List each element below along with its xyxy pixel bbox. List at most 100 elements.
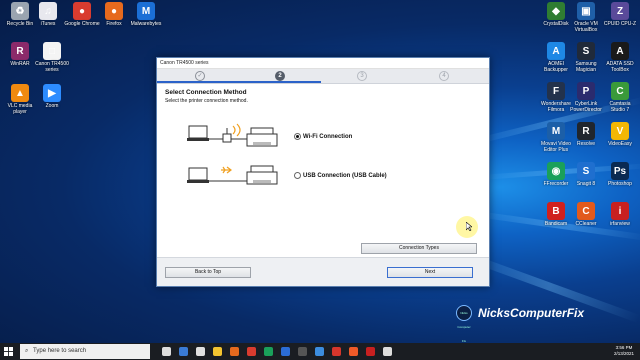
app-icon: F <box>547 82 565 100</box>
terminal-icon[interactable] <box>298 347 307 356</box>
usb-connection-option[interactable]: USB Connection (USB Cable) <box>294 172 387 179</box>
settings-icon[interactable] <box>315 347 324 356</box>
file-explorer-icon[interactable] <box>196 347 205 356</box>
taskbar-search-box[interactable]: ⌕ Type here to search <box>20 344 150 359</box>
brand-name: NicksComputerFix <box>478 306 585 320</box>
taskbar: ⌕ Type here to search 3:56 PM 2/13/2021 <box>0 343 640 360</box>
app-icon[interactable] <box>349 347 358 356</box>
right-desktop-icon[interactable]: Ps Photoshop <box>602 162 638 187</box>
usb-radio[interactable] <box>294 172 301 179</box>
app-icon: ▣ <box>577 2 595 20</box>
app-icon: ● <box>105 2 123 20</box>
window-footer: Back to Top Next <box>157 257 489 286</box>
app-icon: R <box>11 42 29 60</box>
right-desktop-icon[interactable]: C Camtasia Studio 7 <box>602 82 638 113</box>
app-icon: C <box>611 82 629 100</box>
left-desktop-icon[interactable]: ▲ VLC media player <box>2 84 38 115</box>
right-desktop-icon[interactable]: S Snagit 8 <box>568 162 604 187</box>
right-desktop-icon[interactable]: R Resolve <box>568 122 604 147</box>
right-desktop-icon[interactable]: Z CPUID CPU-Z <box>602 2 638 27</box>
app-icon: ♫ <box>39 2 57 20</box>
app-icon: C <box>577 202 595 220</box>
app-icon: Ps <box>611 162 629 180</box>
next-button[interactable]: Next <box>387 267 473 278</box>
connection-types-button[interactable]: Connection Types <box>361 243 477 254</box>
app-icon: ▶ <box>43 84 61 102</box>
desktop-icon-label: VLC media player <box>7 103 33 115</box>
desktop-icon-label: ADATA SSD ToolBox <box>606 61 634 73</box>
usb-connection-illustration <box>187 165 278 185</box>
record-icon[interactable] <box>366 347 375 356</box>
right-desktop-icon[interactable]: ▣ Oracle VM VirtualBox <box>568 2 604 33</box>
desktop-icon-label: Canon TR4500 series <box>35 61 69 73</box>
app-icon: B <box>547 202 565 220</box>
app-icon: P <box>577 82 595 100</box>
mail-icon[interactable] <box>281 347 290 356</box>
left-desktop-icon[interactable]: ▶ Zoom <box>34 84 70 109</box>
search-placeholder: Type here to search <box>33 348 87 354</box>
wifi-connection-option[interactable]: Wi-Fi Connection <box>294 133 352 140</box>
brand-logo: Nicks Computer Fix <box>456 305 472 343</box>
desktop-icon-label: Google Chrome <box>64 21 100 27</box>
usb-connection-label: USB Connection (USB Cable) <box>303 172 387 179</box>
right-desktop-icon[interactable]: V VideoEasy <box>602 122 638 147</box>
app-icon: M <box>547 122 565 140</box>
right-desktop-icon[interactable]: S Samsung Magician <box>568 42 604 73</box>
page-subheading: Select the printer connection method. <box>165 98 248 104</box>
left-desktop-icon[interactable]: M Malwarebytes <box>128 2 164 27</box>
canon-installer-window: Canon TR4500 series ✓ 2 3 4 Select Conne… <box>156 57 490 287</box>
wifi-radio[interactable] <box>294 133 301 140</box>
search-icon: ⌕ <box>25 348 29 354</box>
right-desktop-icon[interactable]: C CCleaner <box>568 202 604 227</box>
step-4: 4 <box>439 71 449 81</box>
app-icon: R <box>577 122 595 140</box>
desktop-icon-label: CPUID CPU-Z <box>603 21 637 27</box>
desktop-icon-label: Snagit 8 <box>576 181 596 187</box>
app-icon: ◉ <box>547 162 565 180</box>
window-title: Canon TR4500 series <box>157 58 489 69</box>
desktop-icon-label: CCleaner <box>575 221 597 227</box>
mouse-cursor-icon <box>466 222 472 231</box>
app-icon: V <box>611 122 629 140</box>
firefox-icon[interactable] <box>230 347 239 356</box>
task-view-icon[interactable] <box>162 347 171 356</box>
desktop-icon-label: iTunes <box>40 21 56 27</box>
edge-icon[interactable] <box>179 347 188 356</box>
app-icon: ● <box>73 2 91 20</box>
desktop-icon-label: Resolve <box>576 141 596 147</box>
wifi-connection-label: Wi-Fi Connection <box>303 133 353 140</box>
left-desktop-icon[interactable]: ● Firefox <box>96 2 132 27</box>
step-1: ✓ <box>195 71 205 81</box>
wifi-connection-illustration <box>187 123 278 147</box>
app-icon: ♻ <box>11 2 29 20</box>
left-desktop-icon[interactable]: ♫ iTunes <box>30 2 66 27</box>
desktop-icon-label: Camtasia Studio 7 <box>609 101 631 113</box>
back-to-top-button[interactable]: Back to Top <box>165 267 251 278</box>
right-desktop-icon[interactable]: P CyberLink PowerDirector <box>568 82 604 113</box>
clock-date: 2/13/2021 <box>613 351 634 356</box>
right-desktop-icon[interactable]: i irfanview <box>602 202 638 227</box>
chrome-icon[interactable] <box>247 347 256 356</box>
system-clock[interactable]: 3:56 PM 2/13/2021 <box>614 345 634 357</box>
media-icon[interactable] <box>332 347 341 356</box>
folder-icon[interactable] <box>213 347 222 356</box>
canon-icon[interactable] <box>383 347 392 356</box>
left-desktop-icon[interactable]: □ Canon TR4500 series <box>34 42 70 73</box>
spotify-icon[interactable] <box>264 347 273 356</box>
app-icon: S <box>577 42 595 60</box>
left-desktop-icon[interactable]: R WinRAR <box>2 42 38 67</box>
right-desktop-icon[interactable]: A ADATA SSD ToolBox <box>602 42 638 73</box>
step-indicator: ✓ 2 3 4 <box>157 69 489 84</box>
app-icon: i <box>611 202 629 220</box>
app-icon: ▲ <box>11 84 29 102</box>
desktop-icon-label: Zoom <box>45 103 59 109</box>
left-desktop-icon[interactable]: ● Google Chrome <box>64 2 100 27</box>
desktop-icon-label: VideoEasy <box>608 141 632 147</box>
app-icon: A <box>547 42 565 60</box>
windows-start-icon[interactable] <box>4 347 13 356</box>
desktop-icon-label: Samsung Magician <box>575 61 597 73</box>
desktop-icon-label: CyberLink PowerDirector <box>570 101 602 113</box>
app-icon: Z <box>611 2 629 20</box>
app-icon: □ <box>43 42 61 60</box>
step-2: 2 <box>275 71 285 81</box>
